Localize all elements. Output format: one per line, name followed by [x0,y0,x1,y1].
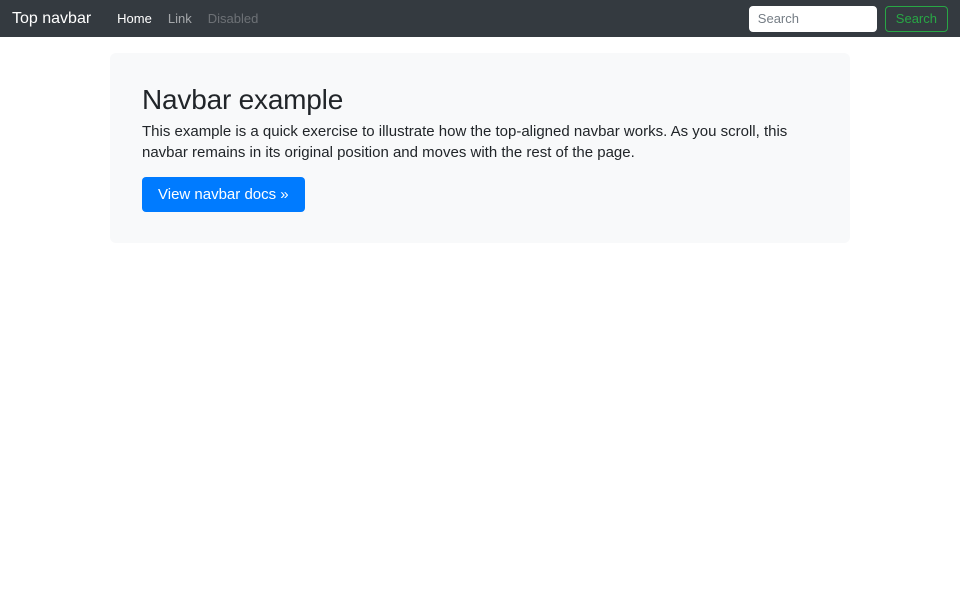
top-navbar: Top navbar Home Link Disabled Search [0,0,960,37]
nav-item: Disabled [200,10,267,28]
nav-link-disabled: Disabled [207,10,259,26]
nav-item: Home [109,10,160,28]
view-navbar-docs-button[interactable]: View navbar docs » [142,177,305,212]
search-button[interactable]: Search [884,5,948,32]
nav-link-home[interactable]: Home [109,5,160,32]
jumbotron: Navbar example This example is a quick e… [110,53,850,243]
nav-link-link[interactable]: Link [160,5,200,32]
nav-item: Link [160,10,200,28]
hero-title: Navbar example [142,84,344,115]
search-input[interactable] [748,5,877,32]
navbar-brand[interactable]: Top navbar [12,10,91,27]
search-form: Search [748,5,948,32]
hero-description: This example is a quick exercise to illu… [142,123,788,161]
navbar-nav: Home Link Disabled [109,10,266,28]
main-content: Navbar example This example is a quick e… [110,53,850,243]
